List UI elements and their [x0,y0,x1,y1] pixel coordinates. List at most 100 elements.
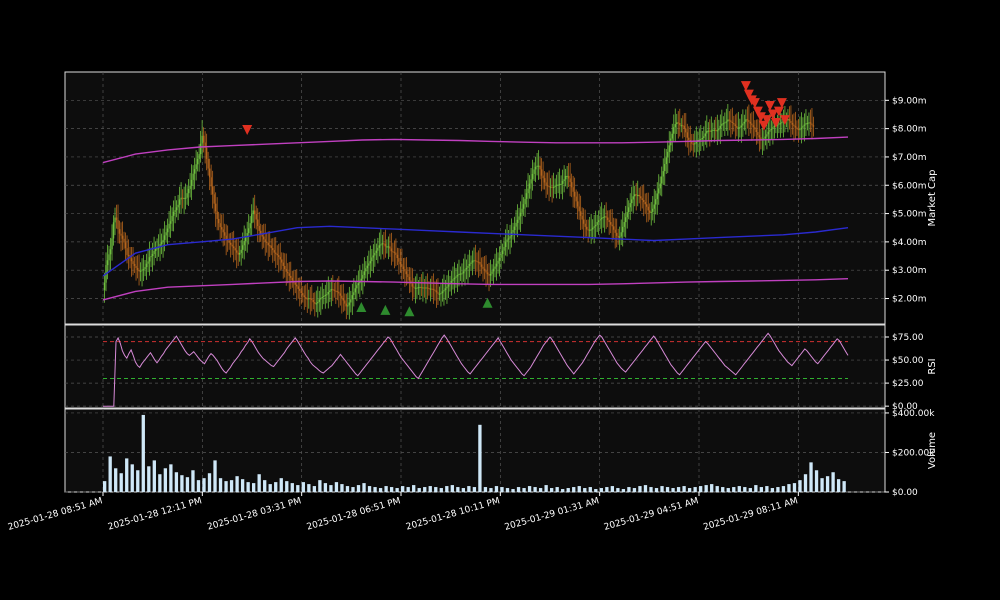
candle-body [611,224,613,227]
candle-body [564,175,567,180]
candle-body [347,305,349,307]
volume-bar [103,481,107,492]
candle-body [506,239,508,243]
volume-bar [792,483,797,492]
candle-body [542,175,544,179]
candle-body [148,257,151,262]
candle-body [356,285,358,289]
candle-body [416,287,418,289]
volume-bar [825,476,830,492]
candle-body [305,297,307,299]
volume-bar [687,488,692,492]
candle-body [495,263,498,267]
candle-body [778,123,780,125]
candle-body [751,123,753,126]
candle-body [477,261,480,263]
candle-body [437,292,439,294]
volume-bar [202,478,206,492]
candle-body [208,168,211,178]
candle-body [344,300,346,304]
candle-body [482,266,484,269]
candle-body [378,245,381,248]
candle-body [736,126,738,128]
candle-body [341,295,343,298]
candle-body [291,277,293,281]
candle-body [362,275,364,279]
volume-bar [351,487,355,492]
candle-body [507,238,510,240]
volume-bar [643,485,648,492]
candle-body [620,232,622,237]
volume-bar [174,472,179,492]
candle-body [635,194,637,196]
volume-bar [252,483,256,492]
volume-bar [814,470,819,492]
rsi-ytick-label: $50.00 [892,356,924,366]
candle-body [141,269,143,271]
candle-body [419,286,421,288]
candle-body [655,199,657,205]
volume-ylabel: Volume [927,432,938,469]
volume-bar [605,487,609,492]
candle-body [683,125,685,129]
volume-bar [776,487,780,492]
volume-bar [483,487,488,492]
volume-bar [544,485,548,492]
volume-bar [726,488,730,492]
candle-body [270,245,272,249]
volume-bar [803,474,808,492]
candle-body [579,211,582,216]
candle-body [461,273,463,275]
candle-body [676,122,678,125]
volume-bar [632,488,637,492]
volume-bar [450,485,454,492]
candle-body [692,143,694,145]
volume-bar [423,487,427,492]
candle-body [150,256,152,258]
candle-body [809,122,812,124]
candle-body [470,262,472,264]
volume-bar [323,483,328,492]
candle-body [606,217,609,221]
x-tick-label: 2025-01-28 12:11 PM [107,496,203,532]
candle-body [423,287,426,289]
candle-body [299,288,301,291]
candle-body [420,286,423,288]
candle-body [210,177,212,187]
candle-body [587,229,589,231]
candle-body [540,169,543,176]
candle-body [799,129,801,131]
candle-body [680,125,682,127]
volume-bar [158,474,162,492]
candle-body [103,282,106,291]
candle-body [665,157,667,165]
price-ytick-label: $2.00m [892,295,927,305]
candle-body [144,267,146,270]
volume-bar [660,486,664,492]
volume-bar [434,487,438,492]
candle-body [546,185,549,187]
candle-body [719,125,722,129]
candle-body [585,226,588,230]
volume-bar [732,487,736,492]
candle-body [781,121,783,124]
candle-body [500,254,502,258]
candle-body [594,224,597,227]
candle-body [257,219,259,227]
candle-body [533,169,535,174]
candle-body [290,275,292,278]
candle-body [138,269,140,272]
candle-body [806,122,809,124]
candle-body [368,263,370,266]
candle-body [123,238,125,243]
candle-body [539,165,541,170]
candle-body [240,249,242,253]
candle-body [536,165,538,167]
candle-body [578,206,580,212]
volume-bar [207,473,212,492]
candle-body [716,130,719,132]
candle-body [252,210,254,215]
candle-body [722,123,725,125]
volume-bar [820,478,824,492]
candle-body [308,298,310,300]
